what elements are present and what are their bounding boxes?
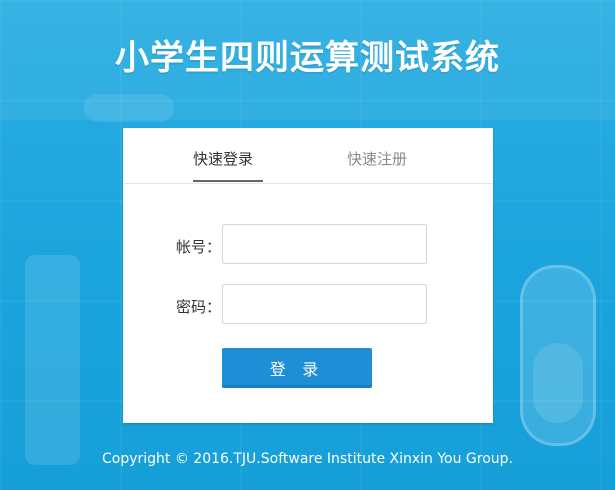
background-pill-right — [520, 265, 596, 446]
tab-register[interactable]: 快速注册 — [347, 148, 407, 169]
footer-copyright: Copyright © 2016.TJU.Software Institute … — [101, 451, 514, 467]
password-label: 密码： — [175, 298, 221, 316]
page-title: 小学生四则运算测试系统 — [115, 38, 500, 78]
login-button[interactable]: 登 录 — [222, 348, 372, 388]
password-input[interactable] — [222, 284, 427, 324]
account-input[interactable] — [222, 224, 427, 264]
background-pill-top — [84, 94, 174, 122]
auth-tabs: 快速登录 快速注册 — [123, 128, 493, 184]
login-panel: 快速登录 快速注册 帐号： 密码： 登 录 — [123, 128, 493, 423]
tab-login[interactable]: 快速登录 — [193, 148, 253, 169]
background-bar-left — [25, 255, 80, 465]
active-tab-indicator — [193, 180, 263, 182]
account-label: 帐号： — [175, 238, 221, 256]
